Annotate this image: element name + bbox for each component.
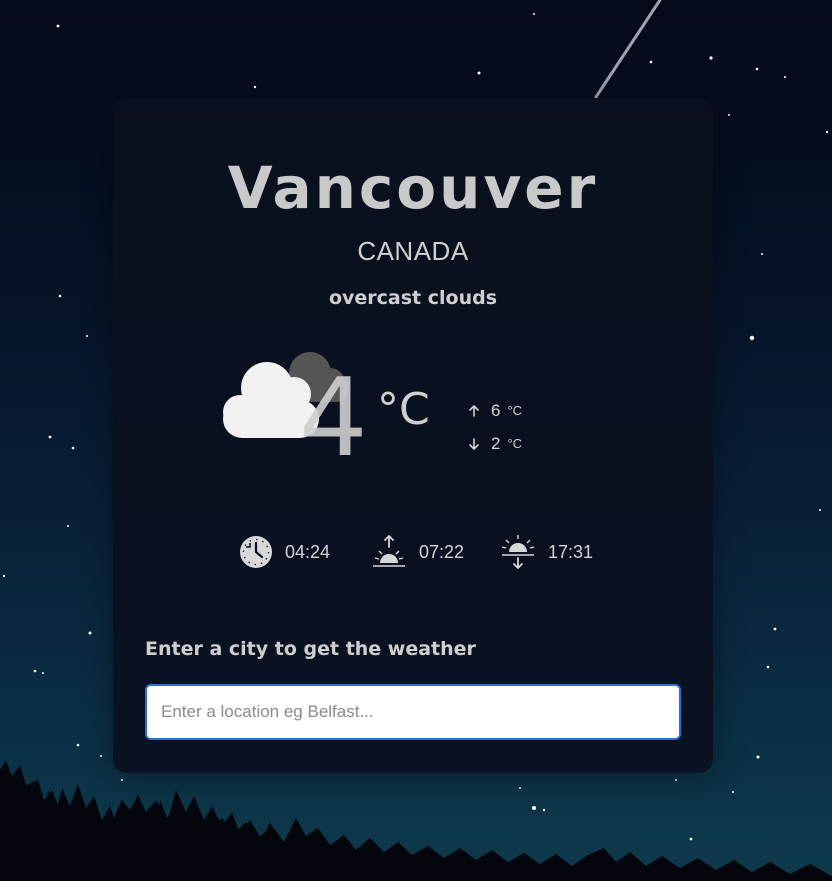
weather-card: Vancouver CANADA overcast clouds 4 °C 6 …: [113, 98, 713, 773]
current-temperature: 4: [299, 356, 368, 481]
location-search-input[interactable]: [145, 684, 681, 740]
tree-silhouettes: [0, 760, 832, 881]
sunrise-time: 07:22: [371, 534, 464, 570]
temperature-unit: °C: [377, 384, 430, 435]
low-temperature-value: 2: [491, 434, 501, 453]
country-name: CANADA: [357, 236, 469, 266]
search-prompt: Enter a city to get the weather: [145, 638, 476, 660]
time-row: 04:24 07:22 17:31: [113, 534, 713, 570]
arrow-up-icon: [469, 405, 479, 417]
high-temperature-unit: °C: [507, 403, 523, 418]
sunset-value: 17:31: [548, 541, 594, 562]
arrow-down-icon: [469, 438, 479, 450]
sunrise-value: 07:22: [419, 541, 465, 562]
low-temperature: 2 °C: [467, 432, 522, 456]
local-time: 04:24: [239, 534, 330, 570]
local-time-value: 04:24: [285, 541, 331, 562]
sunset-icon: [501, 535, 535, 569]
high-temperature: 6 °C: [467, 399, 522, 423]
sunset-time: 17:31: [500, 534, 593, 570]
city-name: Vancouver: [227, 154, 599, 222]
sunrise-icon: [373, 535, 405, 567]
shooting-star: [594, 0, 662, 99]
low-temperature-unit: °C: [507, 436, 523, 451]
weather-description: overcast clouds: [328, 287, 498, 309]
clock-icon: [240, 536, 272, 568]
high-temperature-value: 6: [491, 401, 501, 420]
